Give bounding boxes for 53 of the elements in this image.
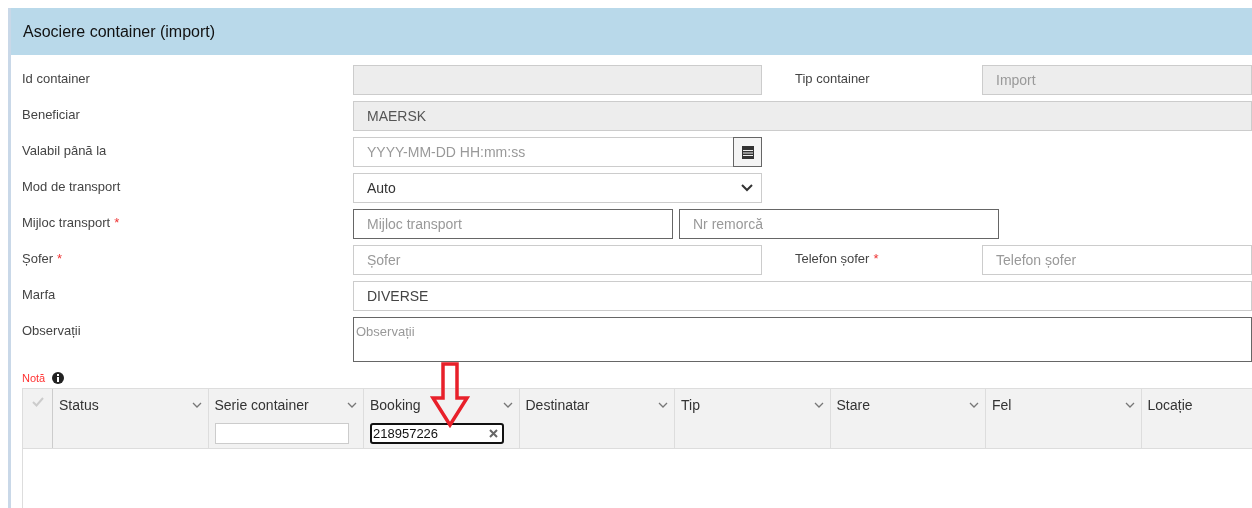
column-header[interactable]: Locație	[1141, 389, 1252, 448]
field-label: Id container	[22, 71, 90, 86]
field-label: Mijloc transport	[22, 215, 111, 230]
column-header[interactable]: Status	[53, 389, 209, 448]
required-asterisk: *	[57, 251, 63, 266]
column-title: Destinatar	[525, 397, 590, 413]
text-field[interactable]: Nr remorcă	[679, 209, 999, 239]
clear-icon[interactable]	[489, 429, 498, 438]
chevron-down-icon[interactable]	[658, 402, 668, 408]
note-label: Notă	[22, 372, 46, 384]
field-label: Marfa	[22, 287, 56, 302]
field-label: Tip container	[795, 71, 870, 86]
chevron-down-icon	[741, 184, 753, 192]
chevron-down-icon[interactable]	[1124, 402, 1135, 408]
text-field[interactable]: Mijloc transport	[353, 209, 673, 239]
field-label: Șofer	[22, 251, 54, 266]
down-arrow-icon	[430, 362, 470, 428]
select-field[interactable]: Auto	[353, 173, 762, 203]
column-title: Tip	[681, 397, 700, 413]
column-header[interactable]: Tip	[675, 389, 831, 448]
column-title: Stare	[836, 397, 870, 413]
column-header[interactable]: Fel	[986, 389, 1142, 448]
calendar-button[interactable]	[733, 137, 762, 167]
required-asterisk: *	[114, 215, 120, 230]
text-field[interactable]: DIVERSE	[353, 281, 1252, 311]
filter-field[interactable]: 218957226	[370, 423, 504, 444]
column-title: Locație	[1147, 397, 1193, 413]
field-label: Telefon șofer	[795, 251, 870, 266]
column-title: Status	[59, 397, 99, 413]
column-header[interactable]: Serie container	[208, 389, 364, 448]
field-label: Valabil până la	[22, 143, 107, 158]
calendar-icon	[741, 145, 754, 159]
column-title: Booking	[370, 397, 421, 413]
column-header[interactable]: Booking 218957226	[364, 389, 520, 448]
textarea-field[interactable]: Observații	[353, 317, 1252, 362]
filter-field[interactable]	[214, 423, 349, 444]
chevron-down-icon[interactable]	[813, 402, 824, 408]
column-header[interactable]: Destinatar	[519, 389, 675, 448]
chevron-down-icon[interactable]	[502, 402, 513, 408]
field-label: Observații	[22, 323, 81, 338]
info-icon[interactable]	[52, 372, 65, 384]
check-icon	[31, 397, 44, 407]
field-label: Beneficiar	[22, 107, 80, 122]
column-header[interactable]: Stare	[830, 389, 986, 448]
column-title: Serie container	[214, 397, 309, 413]
required-asterisk: *	[873, 251, 879, 266]
chevron-down-icon[interactable]	[191, 402, 202, 408]
chevron-down-icon[interactable]	[347, 402, 357, 408]
field-label: Mod de transport	[22, 179, 121, 194]
column-title: Fel	[992, 397, 1012, 413]
panel-title: Asociere container (import)	[23, 22, 216, 41]
date-field[interactable]: YYYY-MM-DD HH:mm:ss	[353, 137, 733, 167]
chevron-down-icon[interactable]	[969, 402, 979, 408]
